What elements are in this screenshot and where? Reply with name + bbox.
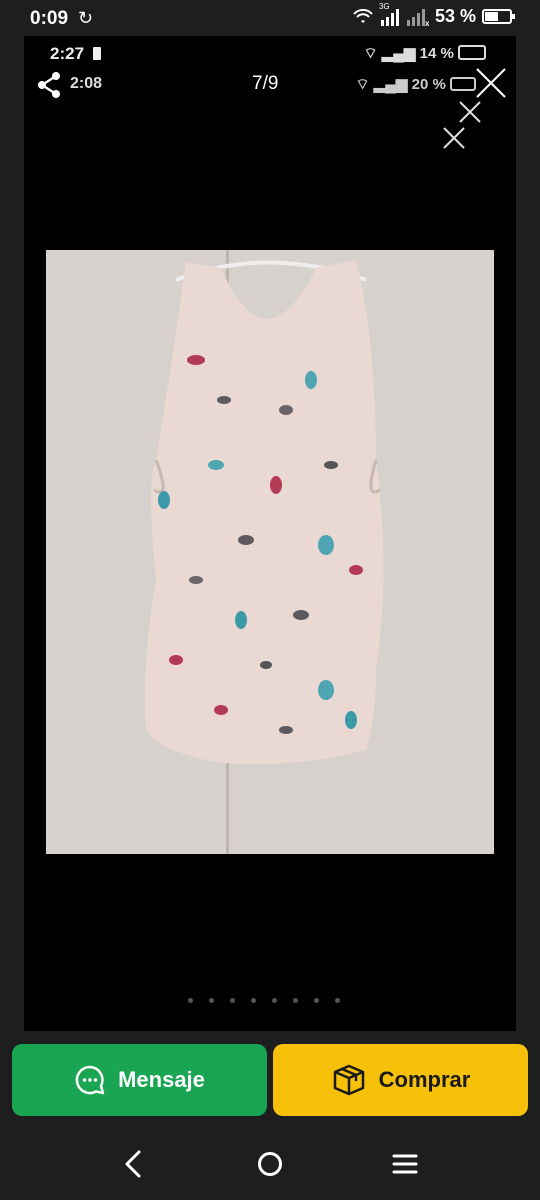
page-dot — [188, 998, 193, 1003]
navigation-bar — [0, 1128, 540, 1200]
page-dot — [335, 998, 340, 1003]
image-viewer[interactable]: 2:27 ⌔ ▂▄▆ 14 % 2:08 7/9 ⌔ ▂▄▆ 20 % — [24, 36, 516, 1031]
page-dot — [209, 998, 214, 1003]
message-button-label: Mensaje — [118, 1067, 205, 1092]
status-bar: 0:09 ↻ 3G x 53 % — [0, 0, 540, 36]
signal-icon: 3G — [379, 2, 399, 26]
close-icon[interactable] — [474, 66, 508, 100]
page-dot — [314, 998, 319, 1003]
inner-signal-icon: ▂▄▆ — [381, 45, 416, 62]
box-icon — [333, 1064, 364, 1096]
svg-text:x: x — [425, 19, 429, 26]
page-dot — [251, 998, 256, 1003]
share-time: 2:08 — [70, 75, 103, 92]
inner-status-time: 2:27 — [50, 44, 101, 64]
inner-wifi-icon-2: ⌔ — [355, 76, 370, 93]
battery-icon — [482, 9, 515, 24]
chat-bubble-icon — [75, 1065, 105, 1095]
inner-battery-percent-2: 20 % — [411, 76, 446, 93]
wifi-icon — [353, 8, 373, 23]
inner-battery-outline-icon — [458, 45, 486, 60]
inner-time-text: 2:27 — [50, 44, 85, 63]
network-type-label: 3G — [378, 1, 390, 11]
message-button[interactable]: Mensaje — [12, 1044, 267, 1116]
home-icon[interactable] — [254, 1148, 286, 1180]
menu-icon[interactable] — [389, 1148, 421, 1180]
signal-icon-2: x — [406, 8, 429, 26]
close-icon-ghost — [459, 101, 481, 123]
status-time: 0:09 — [30, 8, 69, 29]
page-dot — [272, 998, 277, 1003]
page-dot — [293, 998, 298, 1003]
inner-status-indicators: ⌔ ▂▄▆ 14 % — [363, 44, 486, 63]
buy-button[interactable]: Comprar — [273, 1044, 528, 1116]
sync-icon: ↻ — [78, 8, 94, 28]
share-icon[interactable] — [34, 70, 64, 100]
sleeveless-top-illustration — [46, 250, 494, 854]
inner-battery-percent: 14 % — [419, 45, 454, 62]
inner-signal-icon-2: ▂▄▆ — [373, 76, 408, 93]
product-photo — [46, 250, 494, 854]
inner-battery-icon — [92, 47, 101, 60]
back-icon[interactable] — [118, 1148, 150, 1180]
battery-percent: 53 % — [434, 6, 476, 26]
image-counter: 7/9 — [252, 73, 279, 94]
inner-status-indicators-2: ⌔ ▂▄▆ 20 % — [355, 75, 476, 94]
battery-fill — [485, 12, 498, 21]
buy-button-label: Comprar — [378, 1067, 471, 1092]
inner-wifi-icon: ⌔ — [363, 45, 378, 62]
pagination-dots — [188, 998, 340, 1003]
status-indicators: 3G x 53 % — [353, 2, 515, 27]
inner-battery-outline-icon-2 — [450, 77, 476, 91]
close-icon-ghost-2 — [443, 127, 465, 149]
page-dot — [230, 998, 235, 1003]
